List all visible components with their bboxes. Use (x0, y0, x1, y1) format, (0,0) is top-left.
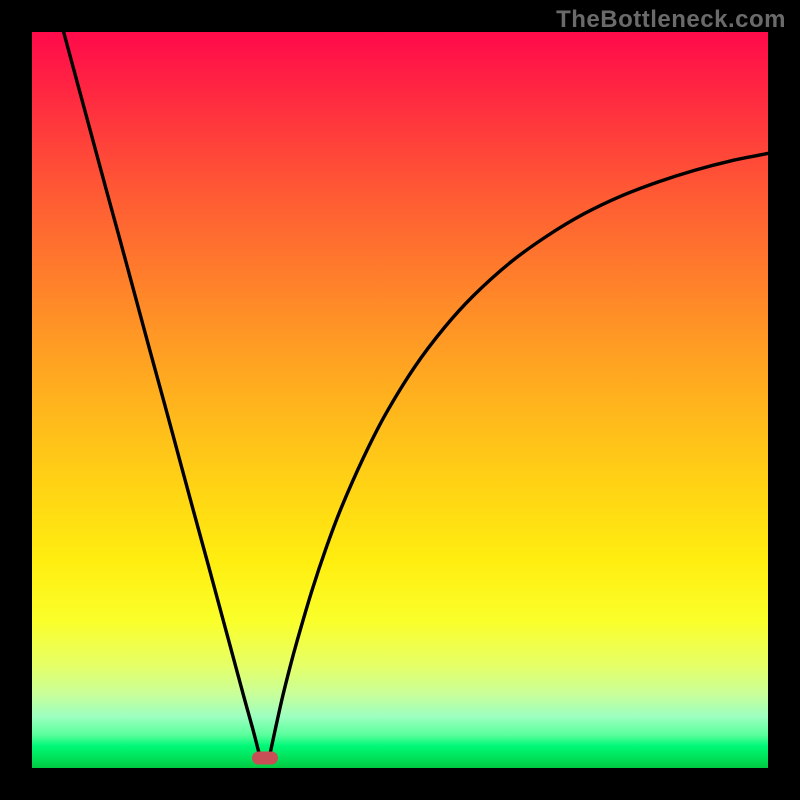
watermark-text: TheBottleneck.com (556, 6, 786, 34)
curve-left (64, 32, 259, 752)
plot-area (32, 32, 768, 768)
chart-stage: TheBottleneck.com (0, 0, 800, 800)
bottleneck-curve (32, 32, 768, 768)
curve-right (270, 153, 768, 751)
minimum-marker (252, 752, 278, 765)
